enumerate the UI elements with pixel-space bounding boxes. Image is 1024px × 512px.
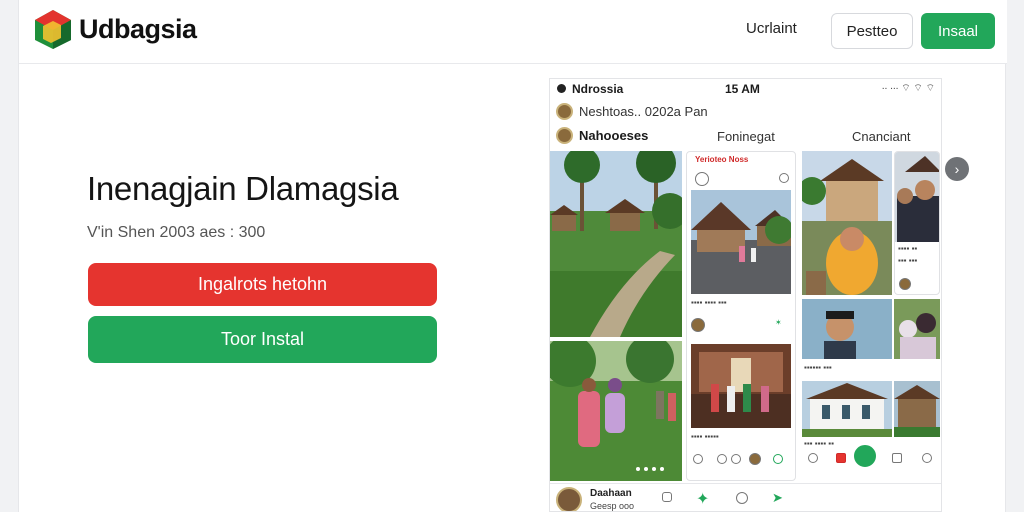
share-icon[interactable] [773,454,783,464]
caption-line: ▪▪▪ ▪▪▪ [898,256,918,265]
outline-button[interactable]: Pestteo [831,13,913,49]
photo-women[interactable] [894,299,940,359]
nav-link[interactable]: Ucrlaint [746,20,797,37]
profile-icon[interactable] [922,453,932,463]
hero-title: Inenagjain Dlamagsia [87,170,399,207]
chat-icon[interactable] [717,454,727,464]
search-icon[interactable] [736,492,748,504]
bottom-label: Daahaan [590,488,632,499]
flag-icon[interactable] [836,453,846,463]
app-frame: Udbagsia Ucrlaint Pestteo Insaal Inenagj… [18,0,1007,512]
account-row[interactable]: Neshtoas.. 0202a Pan [556,101,708,121]
status-bar: Ndrossia 15 AM ∙∙ ∙∙∙ ⌔ ⌔ ⌔ [550,79,941,99]
next-arrow-icon[interactable]: › [945,157,969,181]
photo-garden[interactable] [550,151,682,337]
avatar [556,127,573,144]
heart-icon[interactable] [731,454,741,464]
post-card[interactable]: Yerioteo Noss ▪▪▪▪ ▪▪▪▪ ▪▪▪ ✶ ▪▪▪▪ ▪▪▪▪▪ [686,151,796,481]
avatar [556,102,573,120]
install-button[interactable]: Toor Instal [88,316,437,363]
caption-line: ▪▪▪ ▪▪▪▪ ▪▪ [804,439,834,448]
brand-name[interactable]: Udbagsia [79,14,197,45]
phone-preview: Ndrossia 15 AM ∙∙ ∙∙∙ ⌔ ⌔ ⌔ Neshtoas.. 0… [549,78,942,512]
photo-portrait[interactable] [802,299,892,359]
add-icon[interactable] [854,445,876,467]
photo-building[interactable] [894,381,940,437]
status-app-name: Ndrossia [572,82,624,96]
more-icon[interactable] [779,173,789,183]
avatar [899,278,911,290]
home-icon[interactable] [693,454,703,464]
profile-card[interactable]: ▪▪▪▪ ▪▪ ▪▪▪ ▪▪▪ [894,151,940,295]
camera-dot-icon [557,84,566,93]
status-icons: ∙∙ ∙∙∙ ⌔ ⌔ ⌔ [881,83,935,94]
caption-line: ▪▪▪▪ ▪▪▪▪ ▪▪▪ [691,298,727,307]
photo-people-field[interactable] [550,341,682,481]
status-time: 15 AM [725,82,760,96]
send-icon[interactable]: ➤ [772,490,783,506]
caption-line: ▪▪▪▪ ▪▪ [898,244,918,253]
account-line: Neshtoas.. 0202a Pan [579,103,708,119]
search-icon[interactable] [695,172,709,186]
phone-bottom-bar: Daahaan Geesp ooo ✦ ➤ [550,483,941,511]
photo-house[interactable] [802,151,892,295]
photo-interior[interactable] [691,344,791,428]
tab-third[interactable]: Cnanciant [852,129,911,144]
photo-man [895,152,939,242]
caption-line: ▪▪▪▪▪▪ ▪▪▪ [804,363,832,372]
photo-colonial-house[interactable] [802,381,892,437]
bookmark-icon[interactable] [662,492,672,502]
caption-line: ▪▪▪▪ ▪▪▪▪▪ [691,432,719,441]
phone-tabs: Nahooeses Foninegat Cnanciant [550,123,941,149]
tab-first[interactable]: Nahooeses [556,127,648,144]
avatar [749,453,761,465]
avatar [556,487,582,511]
image-icon[interactable] [892,453,902,463]
avatar [691,318,705,332]
star-icon[interactable]: ✦ [696,489,709,509]
card-header: Yerioteo Noss [695,155,749,164]
tab-second[interactable]: Foninegat [717,129,775,144]
red-cta-button[interactable]: Ingalrots hetohn [88,263,437,306]
like-icon[interactable]: ✶ [775,318,782,327]
bottom-sublabel: Geesp ooo [590,501,635,511]
hero-subtitle: V'in Shen 2003 aes : 300 [87,224,266,241]
home-icon[interactable] [808,453,818,463]
photo-village-street[interactable] [691,190,791,294]
brand-logo-icon [35,10,71,49]
top-bar: Udbagsia Ucrlaint Pestteo Insaal [19,0,1007,64]
install-button-top[interactable]: Insaal [921,13,995,49]
tab-first-label: Nahooeses [579,128,649,143]
